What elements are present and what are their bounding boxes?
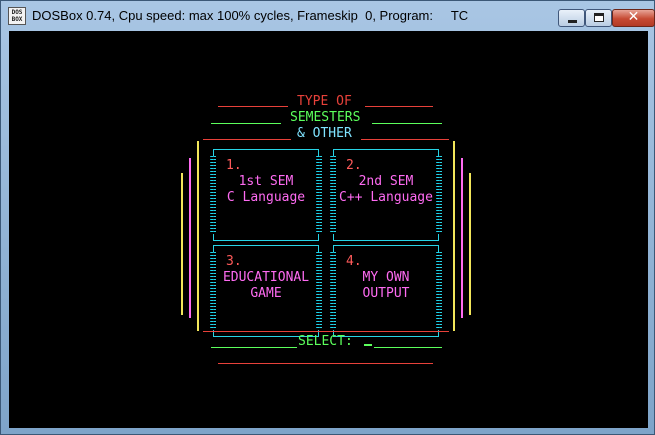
maximize-icon xyxy=(594,13,604,22)
outer-left-magenta-bar xyxy=(189,158,191,318)
menu-option-2[interactable]: 2. 2nd SEM C++ Language xyxy=(330,149,442,241)
dosbox-app-icon[interactable]: DOS BOX xyxy=(8,7,26,25)
prompt-rule-right xyxy=(374,347,442,348)
heading-rule-1-left xyxy=(218,106,288,107)
heading-rule-3-left xyxy=(203,139,291,140)
option-label-line2: C++ Language xyxy=(339,190,433,205)
prompt-rule-left xyxy=(211,347,297,348)
minimize-icon xyxy=(568,20,577,23)
option-label-line1: 2nd SEM xyxy=(358,174,414,189)
option-label-line1: MY OWN xyxy=(362,270,410,285)
heading-and-other: & OTHER xyxy=(297,126,352,141)
text-cursor xyxy=(364,344,372,346)
bottom-rule-2 xyxy=(218,363,433,364)
option-number: 3. xyxy=(226,254,242,269)
select-prompt: SELECT: xyxy=(298,334,353,349)
close-icon: ✕ xyxy=(627,9,640,25)
heading-rule-3-right xyxy=(361,139,449,140)
menu-option-4[interactable]: 4. MY OWN OUTPUT xyxy=(330,245,442,337)
heading-rule-2-right xyxy=(372,123,442,124)
menu-option-3[interactable]: 3. EDUCATIONAL GAME xyxy=(210,245,322,337)
option-label-line2: GAME xyxy=(250,286,282,301)
maximize-button[interactable] xyxy=(585,9,612,27)
option-number: 1. xyxy=(226,158,242,173)
dos-screen[interactable]: TYPE OF SEMESTERS & OTHER 1. 1st SEM C L… xyxy=(9,31,648,428)
outer-right-yellow-bar xyxy=(469,173,471,315)
heading-rule-2-left xyxy=(211,123,281,124)
bottom-rule-1 xyxy=(203,331,449,332)
option-label-line1: 1st SEM xyxy=(238,174,294,189)
heading-type-of: TYPE OF xyxy=(297,94,352,109)
outer-left-yellow-bar xyxy=(181,173,183,315)
close-button[interactable]: ✕ xyxy=(612,9,655,27)
window-title: DOSBox 0.74, Cpu speed: max 100% cycles,… xyxy=(32,8,469,23)
outer-right-magenta-bar xyxy=(461,158,463,318)
option-number: 4. xyxy=(346,254,362,269)
dosbox-window: DOS BOX DOSBox 0.74, Cpu speed: max 100% … xyxy=(0,0,655,435)
inner-left-yellow-bar xyxy=(197,141,199,331)
heading-semesters: SEMESTERS xyxy=(290,110,361,125)
title-bar[interactable]: DOS BOX DOSBox 0.74, Cpu speed: max 100% … xyxy=(1,1,655,31)
option-label-line2: OUTPUT xyxy=(362,286,410,301)
heading-rule-1-right xyxy=(365,106,433,107)
option-label-line2: C Language xyxy=(226,190,306,205)
option-label-line1: EDUCATIONAL xyxy=(222,270,310,285)
option-number: 2. xyxy=(346,158,362,173)
minimize-button[interactable] xyxy=(558,9,585,27)
inner-right-yellow-bar xyxy=(453,141,455,331)
menu-option-1[interactable]: 1. 1st SEM C Language xyxy=(210,149,322,241)
